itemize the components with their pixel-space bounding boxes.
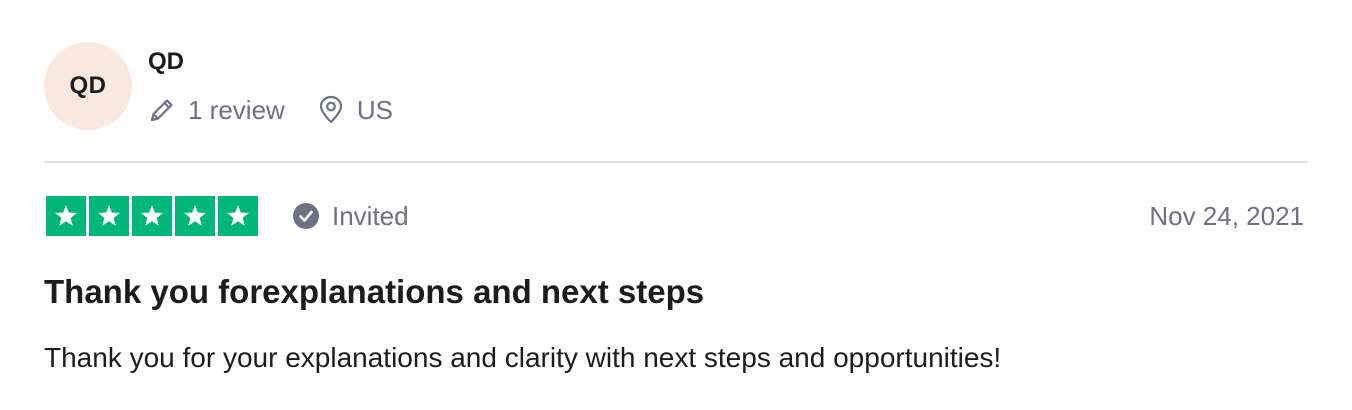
rating-row: Invited Nov 24, 2021 [44,196,1308,236]
star-icon [226,204,250,226]
location-pin-icon [319,95,342,124]
star-icon [97,204,121,226]
reviewer-meta: 1 review US [148,94,393,126]
location: US [317,95,393,126]
review-title[interactable]: Thank you forexplanations and next steps [44,272,704,312]
verification-badge[interactable]: Invited [292,200,409,232]
avatar-initials: QD [69,72,107,99]
review-card: QD QD 1 review US Invited Nov 24, 2021 T… [44,0,1308,410]
star-5 [218,196,258,236]
star-icon [183,204,207,226]
star-2 [89,196,129,236]
star-icon [140,204,164,226]
location-label: US [356,94,393,125]
star-rating [46,196,258,236]
review-date: Nov 24, 2021 [1149,201,1304,231]
star-icon [54,204,78,226]
star-1 [46,196,86,236]
reviewer-name[interactable]: QD [148,48,184,76]
divider [44,161,1308,163]
check-circle-icon [293,203,319,229]
review-count: 1 review [148,95,285,126]
star-4 [175,196,215,236]
pencil-icon [150,99,173,122]
star-3 [132,196,172,236]
review-body: Thank you for your explanations and clar… [44,342,1002,373]
review-count-label: 1 review [188,94,285,125]
reviewer-header: QD QD 1 review US [44,42,1308,132]
verification-label: Invited [332,200,409,231]
avatar[interactable]: QD [44,42,132,130]
